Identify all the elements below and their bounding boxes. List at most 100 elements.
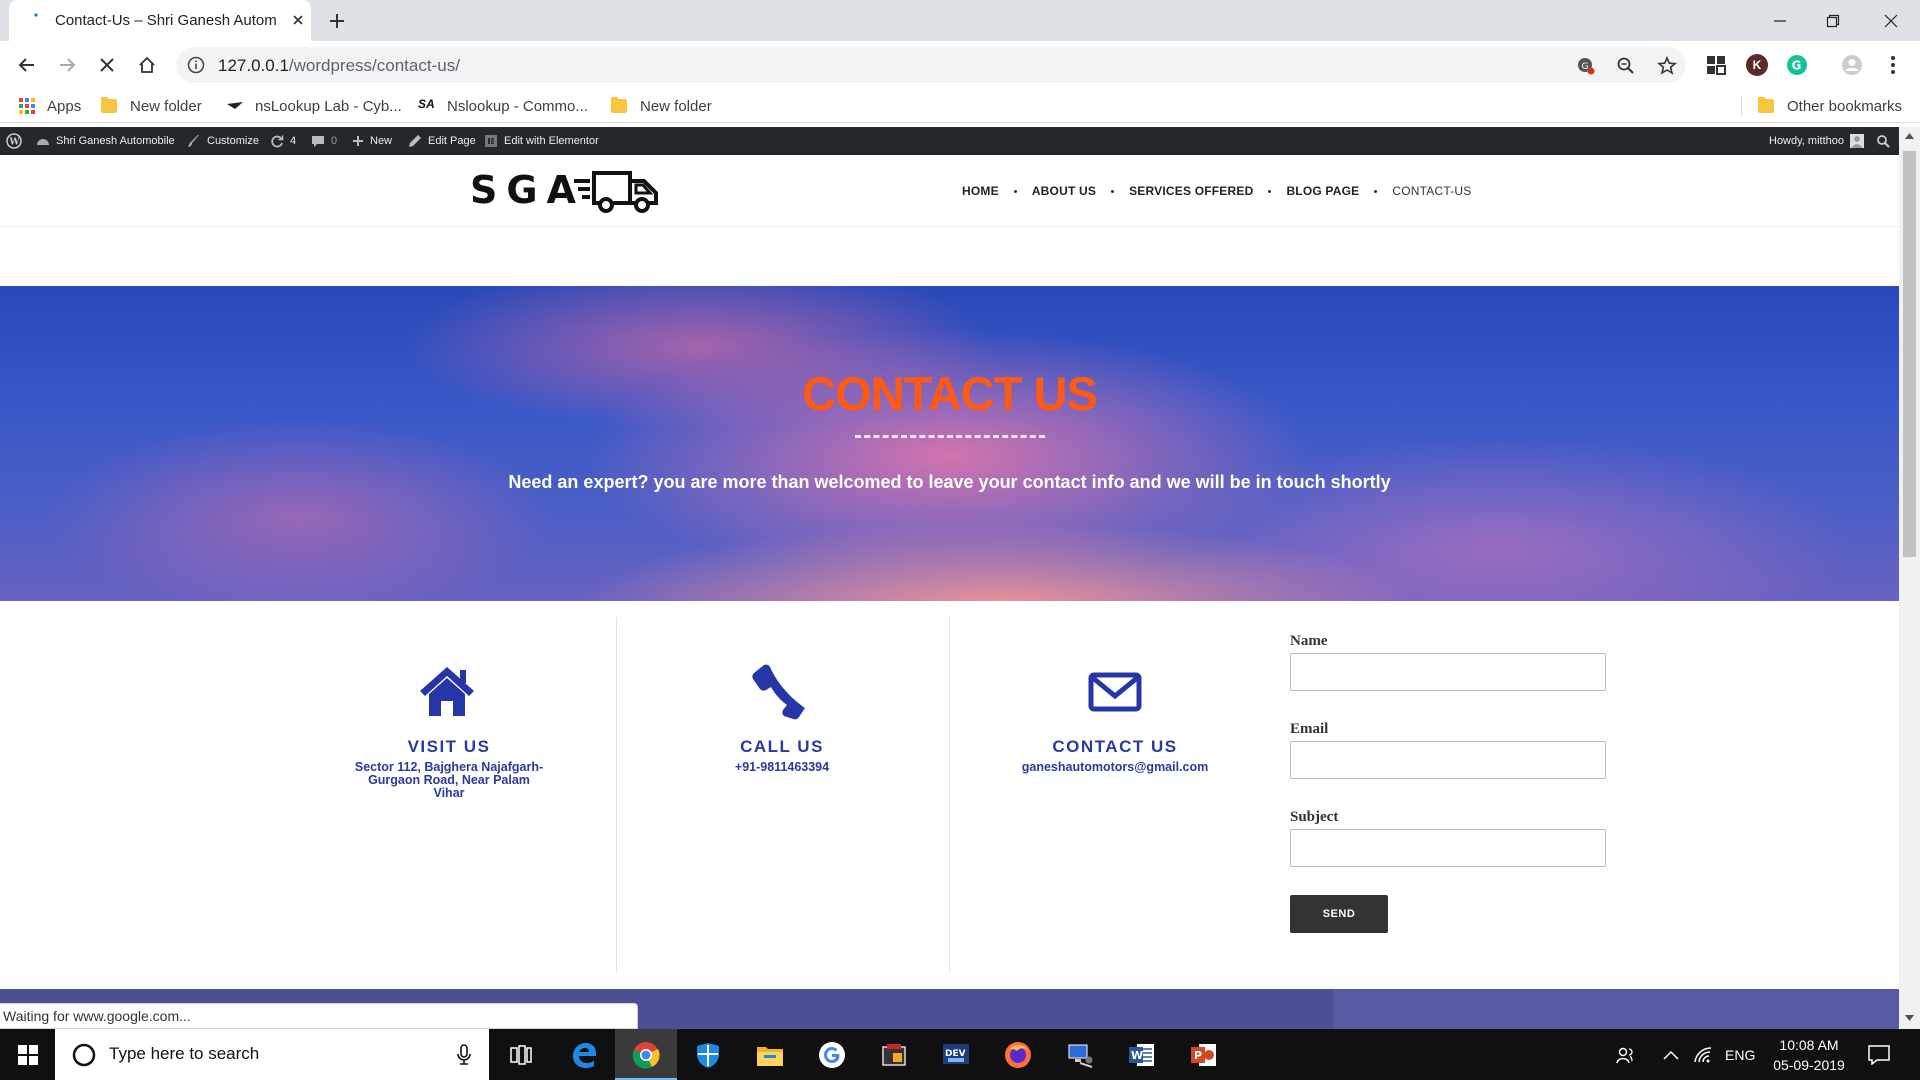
notification-icon	[1868, 1044, 1890, 1065]
admin-edit-page[interactable]: Edit Page	[408, 127, 476, 155]
stop-x-icon	[100, 58, 114, 72]
taskbar-clock[interactable]: 10:08 AM 05-09-2019	[1766, 1029, 1852, 1080]
scroll-up-arrow-icon[interactable]	[1905, 133, 1914, 139]
close-window-button[interactable]	[1861, 0, 1920, 41]
nav-about-us[interactable]: ABOUT US	[1032, 184, 1096, 198]
restore-icon	[1826, 14, 1840, 27]
contact-us-block: CONTACT US ganeshautomotors@gmail.com	[950, 601, 1280, 956]
contact-us-email[interactable]: ganeshautomotors@gmail.com	[950, 761, 1280, 774]
admin-edit-elementor[interactable]: Edit with Elementor	[484, 127, 599, 155]
people-icon	[1616, 1047, 1633, 1063]
name-field[interactable]	[1290, 653, 1606, 691]
hero-divider	[855, 435, 1045, 438]
email-field[interactable]	[1290, 741, 1606, 779]
bookmark-other-bookmarks[interactable]: Other bookmarks	[1758, 95, 1902, 117]
loading-spinner-icon	[34, 13, 38, 17]
network-status-button[interactable]	[1693, 1029, 1713, 1080]
start-button[interactable]	[0, 1029, 55, 1080]
restore-button[interactable]	[1803, 0, 1863, 41]
subject-label: Subject	[1290, 809, 1339, 825]
wordpress-logo-button[interactable]: W	[6, 127, 22, 155]
admin-edit-page-label: Edit Page	[428, 135, 476, 147]
taskbar-word[interactable]: W	[1111, 1029, 1173, 1080]
minimize-button[interactable]	[1750, 0, 1810, 41]
language-indicator[interactable]: ENG	[1725, 1029, 1755, 1080]
visit-us-title: VISIT US	[407, 737, 491, 756]
site-info-icon[interactable]	[187, 56, 205, 74]
new-tab-icon[interactable]	[323, 9, 351, 33]
translate-icon[interactable]: G	[1576, 56, 1596, 76]
chrome-browser-icon	[632, 1041, 660, 1069]
forward-button[interactable]	[52, 50, 82, 80]
address-bar[interactable]: 127.0.0.1/wordpress/contact-us/ G	[176, 47, 1686, 83]
taskbar-chrome[interactable]	[615, 1029, 677, 1080]
zoom-icon[interactable]	[1616, 56, 1636, 76]
admin-search[interactable]	[1876, 127, 1890, 155]
admin-customize[interactable]: Customize	[187, 127, 259, 155]
taskbar-edge[interactable]	[553, 1029, 615, 1080]
apps-grid-icon	[19, 98, 35, 114]
task-view-button[interactable]	[490, 1029, 552, 1080]
account-avatar-icon[interactable]	[1841, 54, 1863, 76]
home-button[interactable]	[132, 50, 162, 80]
bookmark-new-folder-1[interactable]: New folder	[101, 95, 202, 117]
taskbar-devc[interactable]: DEV	[925, 1029, 987, 1080]
nav-blog-page[interactable]: BLOG PAGE	[1286, 184, 1359, 198]
admin-new[interactable]: New	[352, 127, 392, 155]
admin-comments[interactable]: 0	[311, 127, 337, 155]
nav-contact-us[interactable]: CONTACT-US	[1392, 184, 1471, 198]
nav-services-offered[interactable]: SERVICES OFFERED	[1129, 184, 1253, 198]
admin-account[interactable]: Howdy, mitthoo	[1769, 127, 1864, 155]
page-scrollbar[interactable]	[1899, 127, 1920, 1029]
contact-hero-banner: CONTACT US Need an expert? you are more …	[0, 286, 1899, 601]
send-button[interactable]: SEND	[1290, 895, 1388, 933]
ms-powerpoint-icon: P	[1191, 1043, 1216, 1066]
site-logo[interactable]: SGA	[470, 165, 660, 215]
nav-home[interactable]: HOME	[962, 184, 999, 198]
nav-separator	[1013, 189, 1017, 193]
wp-admin-bar: W Shri Ganesh Automobile Customize 4 0 N…	[0, 127, 1899, 155]
subject-field[interactable]	[1290, 829, 1606, 867]
grammarly-icon[interactable]: G	[1786, 54, 1808, 76]
stop-loading-button[interactable]	[92, 50, 122, 80]
bookmark-nslookup-commo[interactable]: SA Nslookup - Commo...	[418, 95, 588, 117]
taskbar-firefox[interactable]	[987, 1029, 1049, 1080]
bookmark-star-icon[interactable]	[1657, 56, 1677, 76]
close-tab-icon[interactable]	[289, 11, 307, 29]
nav-separator	[1111, 189, 1115, 193]
show-hidden-icons-button[interactable]	[1663, 1029, 1679, 1080]
taskbar-file-explorer[interactable]	[739, 1029, 801, 1080]
browser-tab-strip: Contact-Us – Shri Ganesh Autom	[0, 0, 1920, 41]
taskbar-google[interactable]	[801, 1029, 863, 1080]
admin-customize-label: Customize	[207, 135, 259, 147]
taskbar-powerpoint[interactable]: P	[1173, 1029, 1235, 1080]
windows-logo-icon	[17, 1044, 38, 1065]
action-center-button[interactable]	[1868, 1029, 1890, 1080]
bookmark-apps[interactable]: Apps	[18, 95, 81, 117]
wordpress-logo-icon: W	[6, 133, 22, 149]
taskbar-network-app[interactable]	[1049, 1029, 1111, 1080]
svg-text:W: W	[1131, 1049, 1143, 1062]
updates-refresh-icon	[271, 135, 284, 148]
scrollbar-thumb[interactable]	[1903, 151, 1916, 557]
profile-k-icon[interactable]: K	[1746, 54, 1768, 76]
admin-site-name[interactable]: Shri Ganesh Automobile	[36, 127, 175, 155]
scroll-down-arrow-icon[interactable]	[1905, 1015, 1914, 1021]
taskbar-security[interactable]	[677, 1029, 739, 1080]
bookmark-nslookup-lab[interactable]: nsLookup Lab - Cyb...	[226, 95, 402, 117]
call-us-phone[interactable]: +91-9811463394	[617, 761, 947, 774]
microphone-icon[interactable]	[456, 1044, 472, 1066]
taskbar-search-box[interactable]: Type here to search	[55, 1029, 489, 1080]
admin-howdy-label: Howdy, mitthoo	[1769, 135, 1844, 147]
user-avatar-icon	[1850, 134, 1864, 148]
file-explorer-icon	[757, 1046, 783, 1066]
admin-updates[interactable]: 4	[270, 127, 296, 155]
people-button[interactable]	[1615, 1029, 1635, 1080]
browser-status-bubble: Waiting for www.google.com...	[0, 1003, 638, 1029]
taskbar-tool-app[interactable]	[863, 1029, 925, 1080]
back-button[interactable]	[12, 50, 42, 80]
extension-grid-icon[interactable]	[1705, 54, 1727, 76]
browser-tab[interactable]: Contact-Us – Shri Ganesh Autom	[9, 0, 311, 41]
menu-dots-icon[interactable]	[1882, 54, 1904, 76]
bookmark-new-folder-2[interactable]: New folder	[611, 95, 712, 117]
